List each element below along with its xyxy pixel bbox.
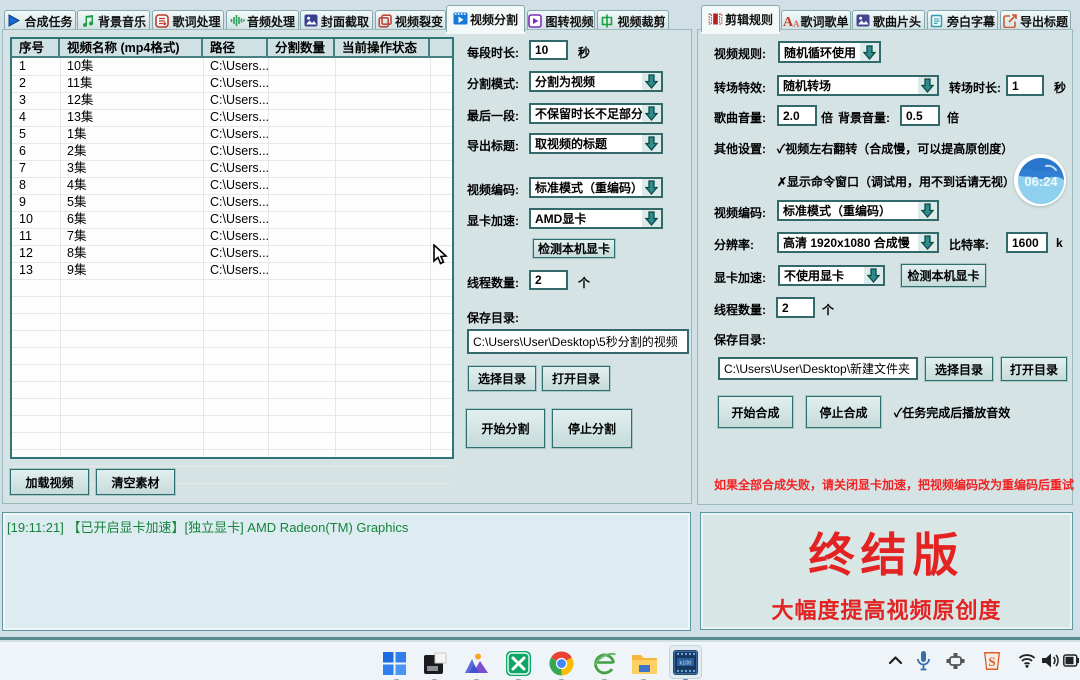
svg-text:S: S	[988, 654, 995, 669]
svg-text:k100: k100	[680, 661, 692, 667]
svg-text:A: A	[793, 19, 800, 28]
svg-text:06:24: 06:24	[1024, 174, 1058, 189]
